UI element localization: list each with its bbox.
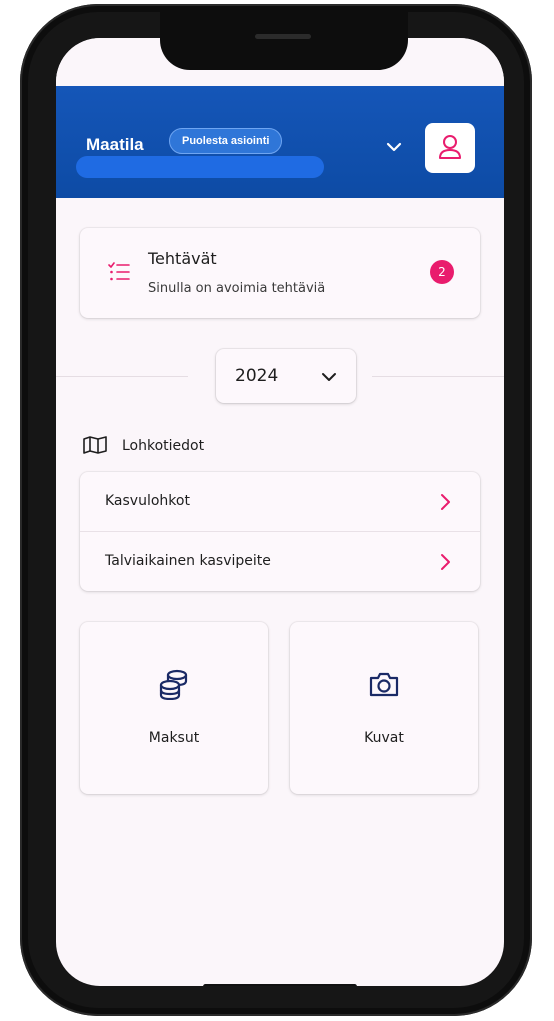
list-item-kasvulohkot[interactable]: Kasvulohkot (80, 472, 480, 531)
chevron-right-icon (441, 494, 450, 510)
list-item-label: Kasvulohkot (105, 493, 190, 509)
section-title: Lohkotiedot (122, 438, 205, 454)
year-select-value: 2024 (235, 366, 279, 386)
phone-speaker (255, 34, 311, 39)
chevron-right-icon (441, 554, 450, 570)
tasks-count-badge: 2 (430, 260, 454, 284)
app-screen: Maatila Puolesta asiointi Tehtävät Sinul… (56, 38, 504, 986)
chevron-down-icon (386, 142, 402, 152)
camera-icon (369, 672, 399, 697)
role-badge: Puolesta asiointi (169, 128, 283, 154)
user-icon (439, 135, 461, 159)
divider-left (56, 376, 188, 377)
list-item-label: Talviaikainen kasvipeite (105, 553, 271, 569)
divider-right (372, 376, 504, 377)
organization-selector[interactable] (76, 156, 324, 178)
tile-label: Kuvat (364, 730, 404, 746)
home-indicator[interactable] (203, 984, 357, 986)
task-list-icon (108, 262, 130, 281)
account-dropdown-button[interactable] (382, 137, 406, 157)
map-icon (83, 436, 107, 454)
tasks-card[interactable]: Tehtävät Sinulla on avoimia tehtäviä 2 (80, 228, 480, 318)
phone-notch (160, 10, 408, 70)
coins-icon (159, 669, 188, 700)
tasks-subtitle: Sinulla on avoimia tehtäviä (148, 281, 326, 296)
list-item-talviaikainen-kasvipeite[interactable]: Talviaikainen kasvipeite (80, 532, 480, 591)
profile-button[interactable] (425, 123, 475, 173)
year-select[interactable]: 2024 (216, 349, 356, 403)
parcel-info-list: Kasvulohkot Talviaikainen kasvipeite (80, 472, 480, 591)
chevron-down-icon (322, 373, 336, 381)
images-tile[interactable]: Kuvat (290, 622, 478, 794)
payments-tile[interactable]: Maksut (80, 622, 268, 794)
brand-title: Maatila (86, 135, 144, 154)
tile-label: Maksut (148, 730, 200, 746)
tasks-title: Tehtävät (148, 249, 217, 268)
